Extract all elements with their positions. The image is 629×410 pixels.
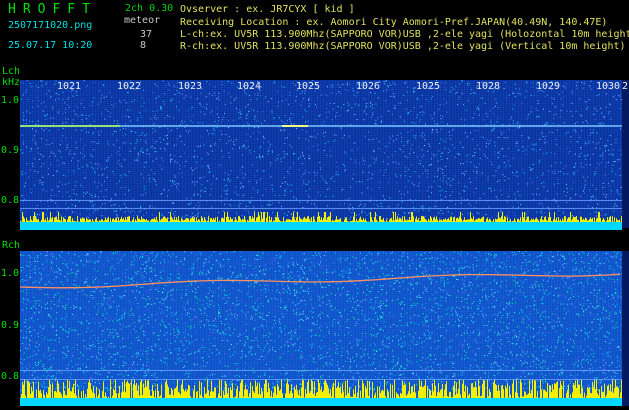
- rch-marker-line: [20, 370, 622, 371]
- timestamp-label: 25.07.17 10:20: [8, 40, 93, 51]
- rch-y-tick: 0.8: [1, 371, 20, 382]
- lch-spectrogram-noise: [20, 80, 622, 222]
- rch-receiver-info: R-ch:ex. UV5R 113.900Mhz(SAPPORO VOR)USB…: [180, 41, 626, 52]
- rch-meteor-count: 8: [140, 40, 147, 51]
- rch-marker-line: [20, 379, 622, 380]
- rch-y-tick: 1.0: [1, 268, 20, 279]
- time-tick: 1028: [476, 81, 501, 92]
- location-info: Receiving Location : ex. Aomori City Aom…: [180, 17, 608, 28]
- lch-right-edge: [622, 80, 629, 228]
- time-tick: 1021: [57, 81, 82, 92]
- mode-label: 2ch 0.30: [125, 3, 174, 14]
- rch-level-band: [20, 398, 622, 406]
- lch-y-tick: 0.8: [1, 195, 20, 206]
- filename-label: 2507171020.png: [8, 20, 93, 31]
- time-tick: 1022: [117, 81, 142, 92]
- lch-label: Lch: [2, 66, 21, 77]
- time-tick: 1025: [296, 81, 321, 92]
- time-tick: 1024: [237, 81, 262, 92]
- time-tick: 1030: [596, 81, 621, 92]
- time-tick: 1025: [416, 81, 441, 92]
- lch-meteor-count: 37: [140, 29, 153, 40]
- lch-marker-line: [20, 208, 622, 209]
- lch-unit-label: kHz: [2, 77, 21, 88]
- time-tick-trailing: 2: [622, 81, 629, 92]
- meteor-label: meteor: [124, 15, 161, 26]
- rch-spectrogram: [20, 251, 622, 406]
- time-tick: 1023: [178, 81, 203, 92]
- rch-label: Rch: [2, 240, 21, 251]
- lch-y-tick: 1.0: [1, 95, 20, 106]
- lch-receiver-info: L-ch:ex. UV5R 113.900Mhz(SAPPORO VOR)USB…: [180, 29, 629, 40]
- lch-marker-line: [20, 200, 622, 201]
- lch-spectrogram: [20, 80, 622, 228]
- rch-spectrogram-noise: [20, 251, 622, 401]
- app-title: HROFFT: [8, 2, 97, 17]
- rch-right-edge: [622, 251, 629, 406]
- time-tick: 1026: [356, 81, 381, 92]
- time-tick: 1029: [536, 81, 561, 92]
- rch-y-tick: 0.9: [1, 320, 20, 331]
- lch-level-band: [20, 222, 622, 230]
- observer-info: Ovserver : ex. JR7CYX [ kid ]: [180, 4, 355, 15]
- lch-y-tick: 0.9: [1, 145, 20, 156]
